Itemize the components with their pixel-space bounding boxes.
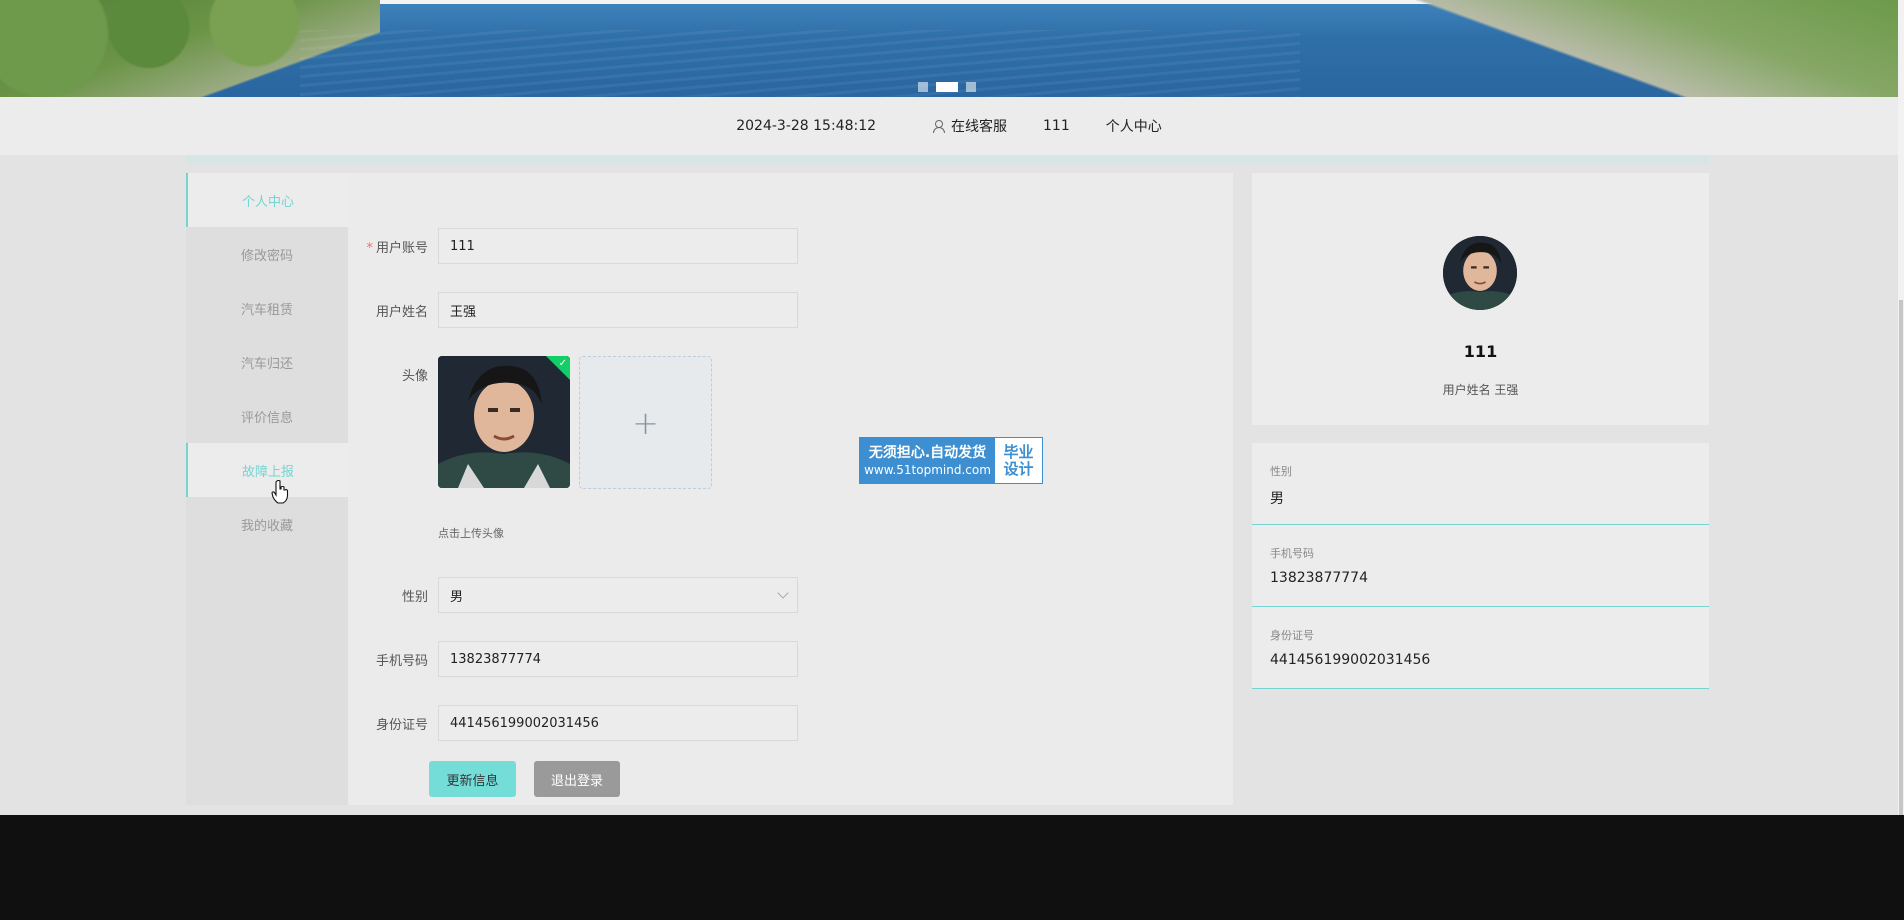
watermark-right2: 设计 [1003, 459, 1034, 478]
upload-success-icon: ✓ [546, 356, 570, 380]
info-value: 男 [1270, 491, 1284, 507]
personal-center-link[interactable]: 个人中心 [1088, 116, 1180, 136]
watermark-line1: 无须担心.自动发货 [868, 444, 987, 461]
sidebar-item-change-password[interactable]: 修改密码 [186, 227, 348, 281]
chevron-down-icon [777, 587, 789, 599]
phone-label: 手机号码 [375, 654, 428, 669]
watermark-right1: 毕业 [1003, 442, 1034, 461]
sidebar-item-personal-center[interactable]: 个人中心 [186, 173, 348, 227]
content-top-strip [186, 155, 1709, 164]
banner-image-water [300, 30, 1300, 97]
required-mark: * [366, 241, 373, 256]
logout-button[interactable]: 退出登录 [534, 761, 620, 797]
profile-form: * 用户账号 111 用户姓名 王强 头像 ✓ + 点击上传头像 无须担心.自动发… [348, 173, 1233, 805]
sidebar-item-car-rental[interactable]: 汽车租赁 [186, 281, 348, 335]
name-input[interactable]: 王强 [438, 292, 798, 328]
banner-image-shore-right [1258, 0, 1898, 97]
account-label-text: 用户账号 [375, 241, 428, 256]
hand-cursor-icon [271, 480, 289, 504]
page-scrollbar[interactable] [1898, 0, 1904, 815]
profile-avatar-photo [1443, 236, 1517, 310]
id-label: 身份证号 [375, 718, 428, 733]
carousel-dot-3[interactable] [966, 82, 976, 92]
sidebar-item-fault-report[interactable]: 故障上报 [186, 443, 348, 497]
info-label: 身份证号 [1270, 629, 1314, 642]
scrollbar-thumb[interactable] [1899, 300, 1903, 815]
profile-summary-card: 111 用户姓名 王强 [1252, 173, 1709, 425]
watermark-badge: 无须担心.自动发货 www.51topmind.com 毕业 设计 [859, 437, 1043, 484]
profile-fullname: 用户姓名 王强 [1442, 383, 1519, 397]
gender-select-value: 男 [450, 589, 464, 605]
update-info-button[interactable]: 更新信息 [429, 761, 516, 797]
info-label: 性别 [1270, 465, 1292, 478]
phone-input[interactable]: 13823877774 [438, 641, 798, 677]
avatar [1443, 236, 1517, 310]
page-footer [0, 815, 1904, 920]
username-link[interactable]: 111 [1025, 118, 1088, 134]
profile-username: 111 [1463, 342, 1498, 361]
sidebar-item-car-return[interactable]: 汽车归还 [186, 335, 348, 389]
person-icon [932, 119, 946, 133]
sidebar-item-favorites[interactable]: 我的收藏 [186, 497, 348, 551]
sidebar-item-reviews[interactable]: 评价信息 [186, 389, 348, 443]
current-datetime: 2024-3-28 15:48:12 [736, 118, 877, 134]
gender-label: 性别 [401, 590, 428, 605]
id-input[interactable]: 441456199002031456 [438, 705, 798, 741]
banner-carousel[interactable] [0, 0, 1898, 97]
account-input[interactable]: 111 [438, 228, 798, 264]
info-card-phone: 手机号码 13823877774 [1252, 525, 1709, 607]
name-label: 用户姓名 [375, 305, 428, 320]
info-value: 13823877774 [1270, 570, 1368, 586]
avatar-thumbnail[interactable]: ✓ [438, 356, 570, 488]
carousel-dot-2[interactable] [936, 82, 958, 92]
upload-tip: 点击上传头像 [438, 527, 504, 540]
plus-icon: + [632, 403, 659, 442]
carousel-dot-1[interactable] [918, 82, 928, 92]
avatar-label: 头像 [401, 369, 428, 384]
info-value: 441456199002031456 [1270, 652, 1431, 668]
online-service-label: 在线客服 [951, 119, 1008, 135]
online-service-link[interactable]: 在线客服 [914, 116, 1025, 136]
avatar-upload-button[interactable]: + [579, 356, 712, 489]
account-label: * 用户账号 [348, 237, 428, 256]
watermark-line2: www.51topmind.com [864, 462, 991, 477]
info-card-id: 身份证号 441456199002031456 [1252, 607, 1709, 689]
info-card-gender: 性别 男 [1252, 443, 1709, 525]
info-label: 手机号码 [1270, 547, 1314, 560]
carousel-indicators [918, 82, 976, 92]
top-nav: 2024-3-28 15:48:12 在线客服 111 个人中心 [0, 97, 1898, 155]
gender-select[interactable]: 男 [438, 577, 798, 613]
sidebar: 个人中心 修改密码 汽车租赁 汽车归还 评价信息 故障上报 我的收藏 [186, 173, 348, 805]
